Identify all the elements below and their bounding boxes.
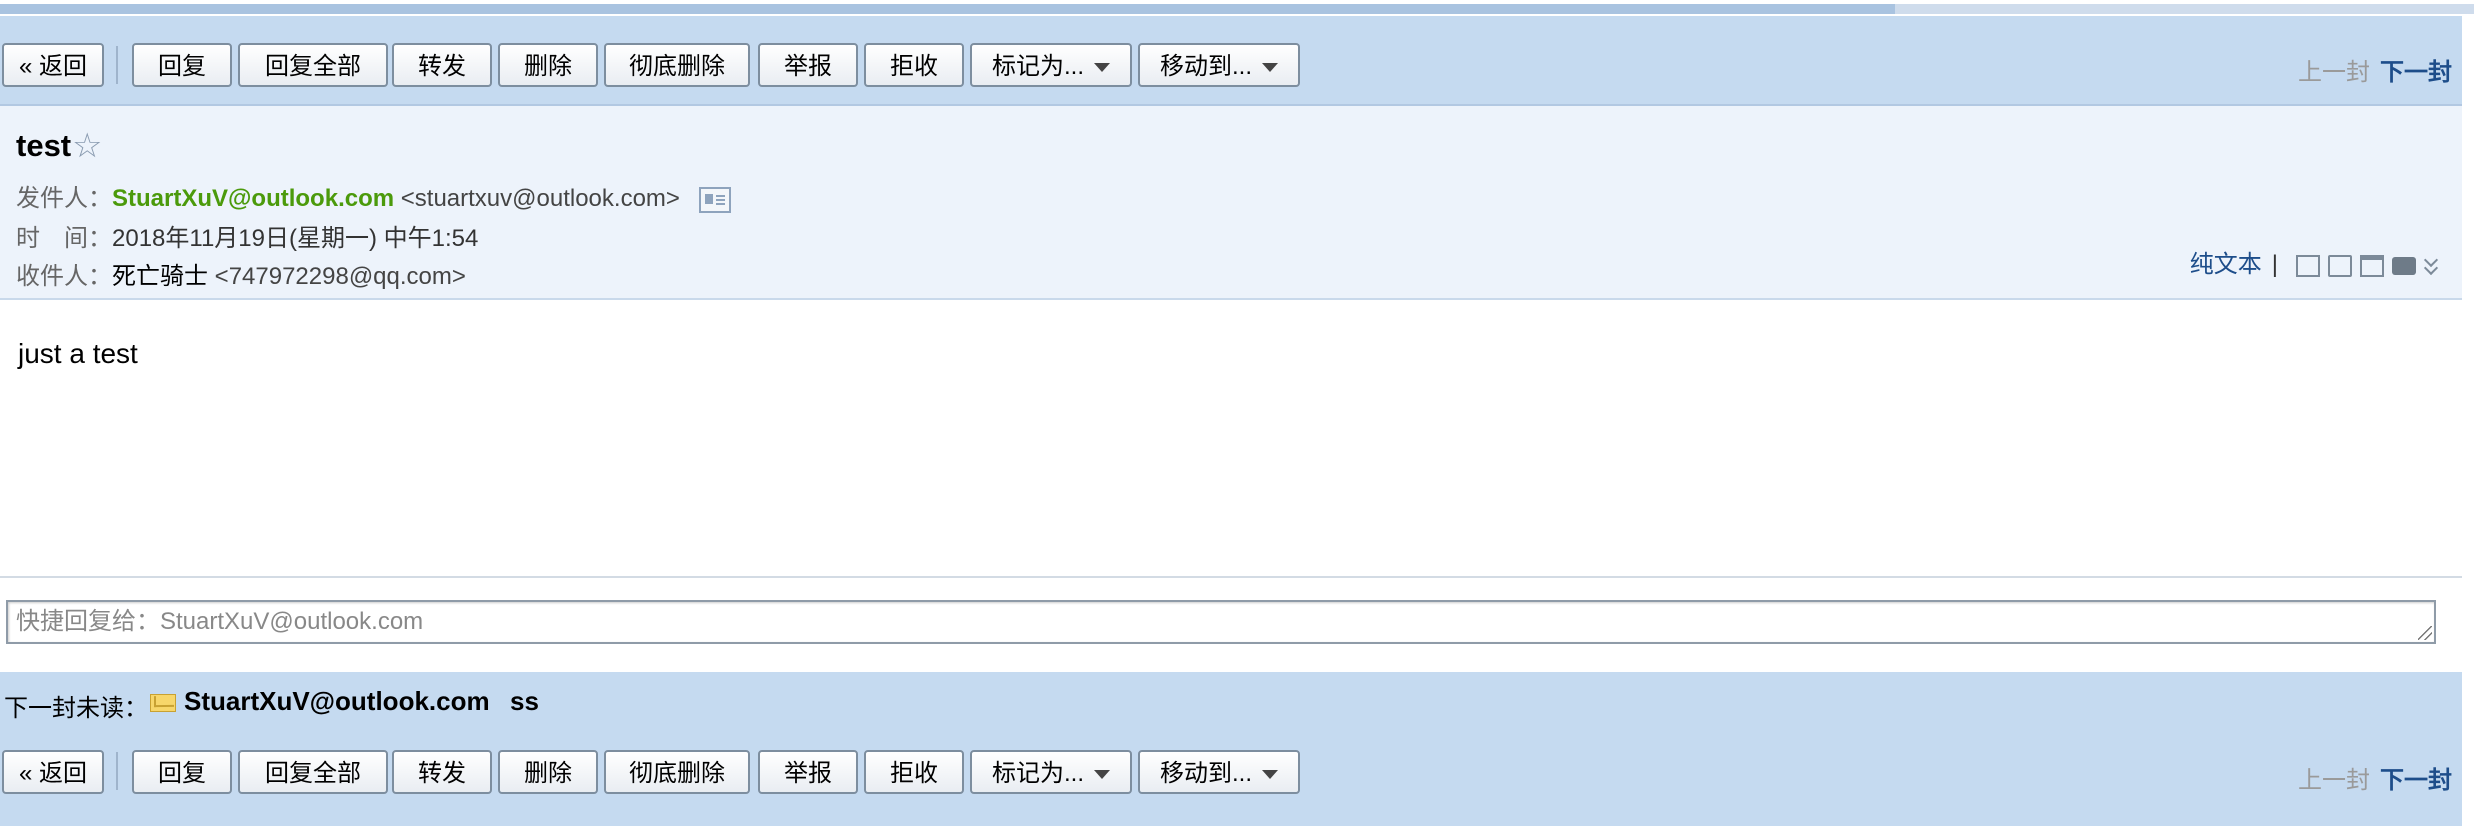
bottom-toolbar: « 返回 回复 回复全部 转发 删除 彻底删除 举报 拒收 标记为... 移动到… <box>0 738 2462 826</box>
delete-permanent-button[interactable]: 彻底删除 <box>604 43 750 87</box>
reply-all-button[interactable]: 回复全部 <box>238 750 388 794</box>
mark-as-label: 标记为... <box>991 760 1084 787</box>
to-address: <747972298@qq.com> <box>214 263 466 290</box>
to-name[interactable]: 死亡骑士 <box>112 263 208 290</box>
move-to-label: 移动到... <box>1159 760 1252 787</box>
move-to-label: 移动到... <box>1159 53 1252 80</box>
reject-button[interactable]: 拒收 <box>864 750 964 794</box>
next-unread-label: 下一封未读： <box>4 695 148 722</box>
expand-more-icon[interactable] <box>2424 255 2440 277</box>
quick-reply-placeholder: 快捷回复给：StuartXuV@outlook.com <box>16 608 424 635</box>
prev-mail-link[interactable]: 上一封 <box>2298 59 2370 86</box>
reject-button[interactable]: 拒收 <box>864 43 964 87</box>
from-name-link[interactable]: StuartXuV@outlook.com <box>112 185 394 212</box>
reply-button[interactable]: 回复 <box>132 43 232 87</box>
to-label: 收件人： <box>16 263 112 290</box>
next-mail-link[interactable]: 下一封 <box>2380 767 2452 794</box>
save-icon[interactable] <box>2360 254 2384 277</box>
star-icon[interactable]: ☆ <box>72 126 102 166</box>
next-unread-sender[interactable]: StuartXuV@outlook.com <box>184 686 490 717</box>
dropdown-caret-icon <box>1094 63 1110 73</box>
mark-as-label: 标记为... <box>991 53 1084 80</box>
envelope-icon <box>150 694 176 712</box>
next-unread-subject[interactable]: ss <box>510 686 539 717</box>
back-button[interactable]: « 返回 <box>2 43 104 87</box>
top-progress-bar-end <box>1895 4 2474 14</box>
from-label: 发件人： <box>16 185 112 212</box>
toolbar-separator <box>116 752 118 790</box>
dropdown-caret-icon <box>1262 63 1278 73</box>
delete-button[interactable]: 删除 <box>498 43 598 87</box>
pager: 上一封 下一封 <box>2298 52 2452 87</box>
from-address: <stuartxuv@outlook.com> <box>400 185 680 212</box>
move-to-dropdown[interactable]: 移动到... <box>1138 43 1300 87</box>
time-row: 时 间：2018年11月19日(星期一) 中午1:54 <box>16 218 478 253</box>
time-label: 时 间： <box>16 225 112 252</box>
note-icon[interactable] <box>2328 254 2352 277</box>
mail-header: test ☆ 发件人：StuartXuV@outlook.com <stuart… <box>0 106 2462 300</box>
report-button[interactable]: 举报 <box>758 750 858 794</box>
quick-reply-input[interactable]: 快捷回复给：StuartXuV@outlook.com <box>6 600 2436 644</box>
top-strip <box>0 0 2474 16</box>
next-mail-link[interactable]: 下一封 <box>2380 59 2452 86</box>
mail-tools: 纯文本 | <box>2190 244 2440 279</box>
tools-separator: | <box>2271 251 2278 278</box>
dropdown-caret-icon <box>1262 770 1278 780</box>
next-unread-bar: 下一封未读： StuartXuV@outlook.com ss <box>0 672 2462 740</box>
move-to-dropdown[interactable]: 移动到... <box>1138 750 1300 794</box>
toolbar-separator <box>116 46 118 84</box>
forward-button[interactable]: 转发 <box>392 750 492 794</box>
reply-all-button[interactable]: 回复全部 <box>238 43 388 87</box>
resize-grip-icon[interactable] <box>2418 626 2432 640</box>
delete-button[interactable]: 删除 <box>498 750 598 794</box>
reply-button[interactable]: 回复 <box>132 750 232 794</box>
body-divider <box>0 576 2462 578</box>
contact-card-icon[interactable] <box>698 186 731 213</box>
plain-text-link[interactable]: 纯文本 <box>2190 251 2262 278</box>
time-value: 2018年11月19日(星期一) 中午1:54 <box>112 225 479 252</box>
pager: 上一封 下一封 <box>2298 760 2452 795</box>
mark-as-dropdown[interactable]: 标记为... <box>970 43 1132 87</box>
forward-button[interactable]: 转发 <box>392 43 492 87</box>
top-progress-bar <box>0 4 1895 14</box>
print-icon[interactable] <box>2392 256 2416 275</box>
dropdown-caret-icon <box>1094 770 1110 780</box>
from-row: 发件人：StuartXuV@outlook.com <stuartxuv@out… <box>16 178 731 213</box>
mail-body: just a test <box>18 338 138 369</box>
delete-permanent-button[interactable]: 彻底删除 <box>604 750 750 794</box>
mark-as-dropdown[interactable]: 标记为... <box>970 750 1132 794</box>
top-toolbar: « 返回 回复 回复全部 转发 删除 彻底删除 举报 拒收 标记为... 移动到… <box>0 16 2462 106</box>
mail-subject: test <box>16 128 72 163</box>
to-row: 收件人：死亡骑士 <747972298@qq.com> <box>16 256 466 291</box>
prev-mail-link[interactable]: 上一封 <box>2298 767 2370 794</box>
back-button[interactable]: « 返回 <box>2 750 104 794</box>
report-button[interactable]: 举报 <box>758 43 858 87</box>
new-window-icon[interactable] <box>2296 254 2320 277</box>
